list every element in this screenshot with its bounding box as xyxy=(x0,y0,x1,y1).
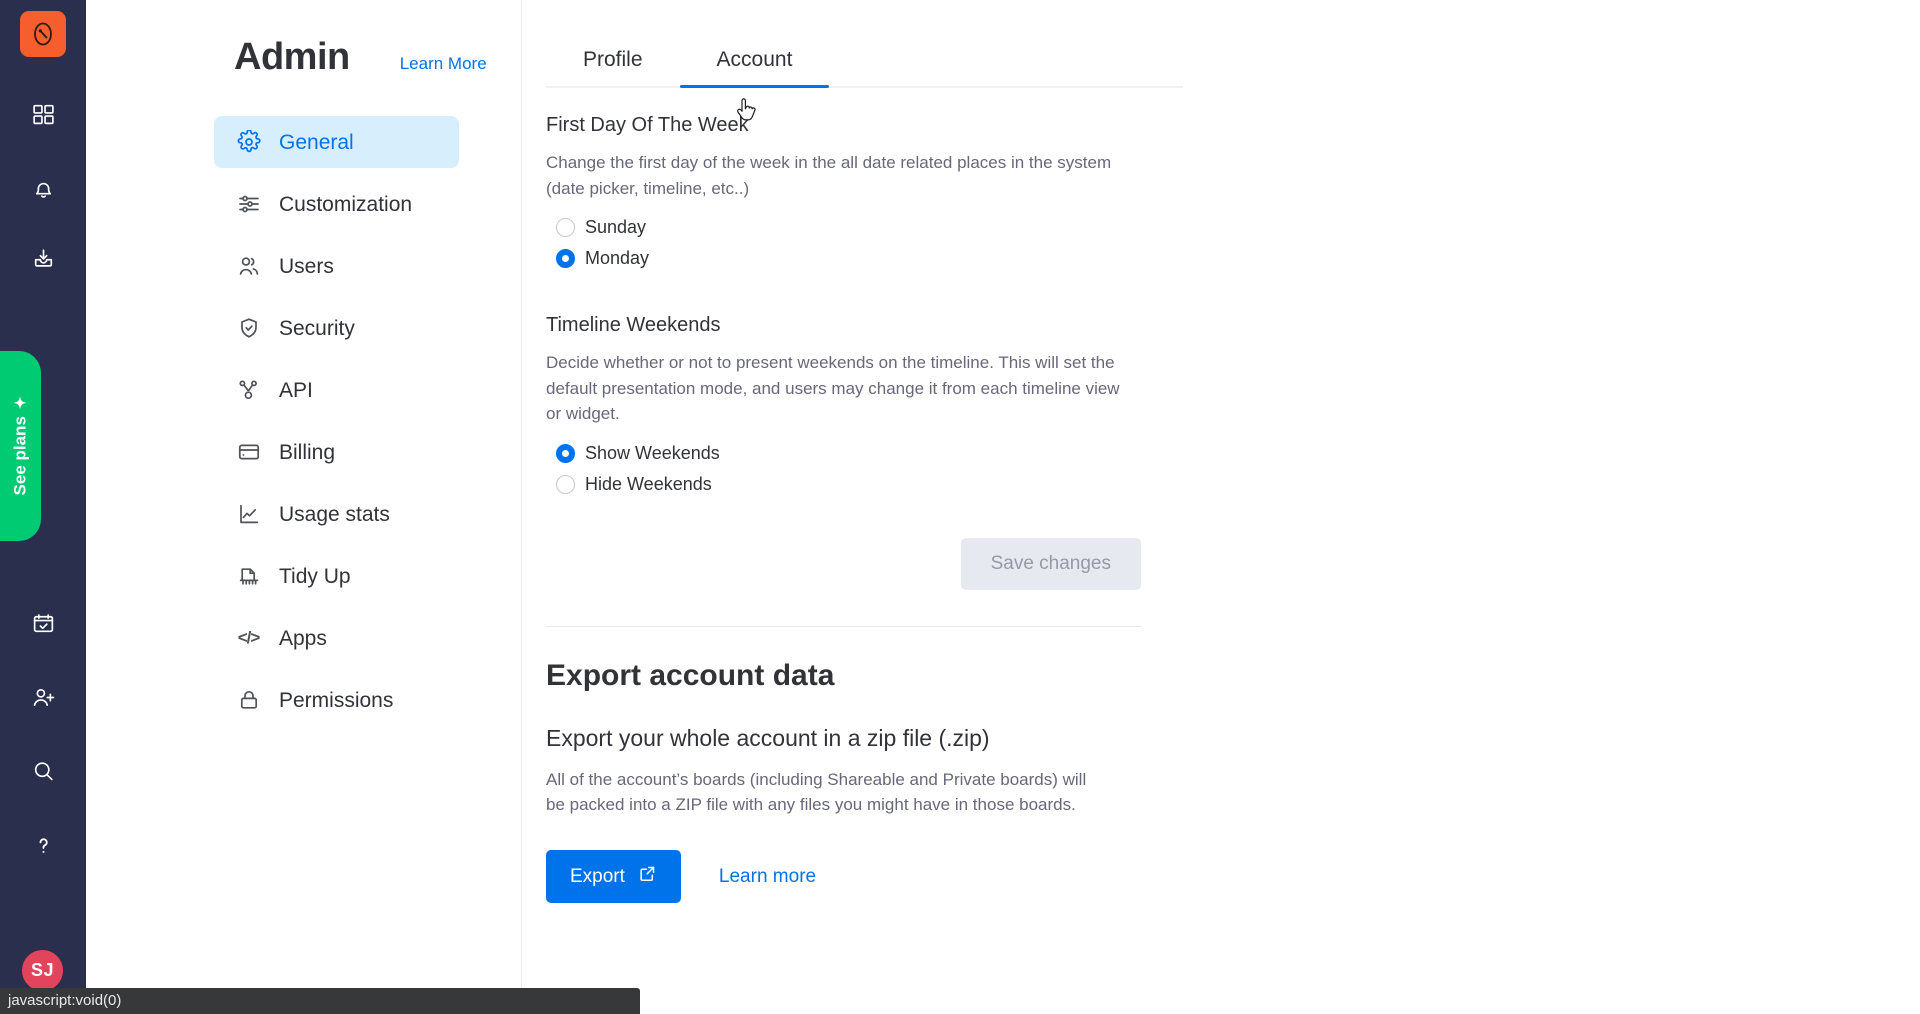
admin-learn-more-link[interactable]: Learn More xyxy=(400,54,487,74)
export-button[interactable]: Export xyxy=(546,850,681,904)
avatar-initials: SJ xyxy=(30,960,55,980)
first-day-of-week-section: First Day Of The Week Change the first d… xyxy=(546,114,1183,274)
lock-icon xyxy=(236,688,261,713)
users-icon xyxy=(236,254,261,279)
first-day-title: First Day Of The Week xyxy=(546,114,749,136)
sidebar-item-security[interactable]: Security xyxy=(214,302,459,354)
sidebar-item-label: Permissions xyxy=(279,688,394,712)
radio-sunday[interactable]: Sunday xyxy=(546,212,1183,243)
sidebar-item-label: Users xyxy=(279,254,334,278)
settings-tabs: Profile Account xyxy=(546,48,1183,121)
admin-sidebar: Admin Learn More General Customization U… xyxy=(86,0,522,1014)
main-content: Profile Account First Day Of The Week Ch… xyxy=(522,0,1920,1014)
radio-monday[interactable]: Monday xyxy=(546,243,1183,274)
external-link-icon xyxy=(638,864,657,889)
tab-profile[interactable]: Profile xyxy=(546,48,680,86)
radio-monday-label: Monday xyxy=(585,248,650,268)
sidebar-item-label: Security xyxy=(279,316,355,340)
bell-icon[interactable] xyxy=(20,165,66,211)
dashboard-icon[interactable] xyxy=(20,91,66,137)
status-bar-text: javascript:void(0) xyxy=(8,991,122,1009)
line-chart-icon xyxy=(236,502,261,527)
calendar-check-icon[interactable] xyxy=(20,600,66,646)
export-button-label: Export xyxy=(570,865,625,887)
radio-show-weekends-label: Show Weekends xyxy=(585,442,720,463)
radio-monday-indicator[interactable] xyxy=(556,249,575,268)
browser-status-bar: javascript:void(0) xyxy=(0,988,640,1014)
credit-card-icon xyxy=(236,440,261,465)
radio-sunday-label: Sunday xyxy=(585,217,647,237)
page-title: Admin xyxy=(234,36,350,78)
export-title: Export account data xyxy=(546,658,835,692)
avatar[interactable]: SJ xyxy=(20,948,65,993)
gear-icon xyxy=(236,130,261,155)
timeline-weekends-title: Timeline Weekends xyxy=(546,314,721,336)
sidebar-item-label: Apps xyxy=(279,626,327,650)
sparkle-icon: ✦ xyxy=(12,396,30,410)
radio-hide-weekends-indicator[interactable] xyxy=(556,474,575,494)
account-settings-content: First Day Of The Week Change the first d… xyxy=(546,88,1183,904)
save-button-row: Save changes xyxy=(546,537,1141,590)
export-account-data-section: Export account data Export your whole ac… xyxy=(546,659,1183,904)
sidebar-item-label: Customization xyxy=(279,192,413,216)
sidebar-item-label: Usage stats xyxy=(279,502,390,526)
sliders-icon xyxy=(236,192,261,217)
sidebar-item-billing[interactable]: Billing xyxy=(214,426,459,478)
sidebar-item-permissions[interactable]: Permissions xyxy=(214,674,459,726)
radio-show-weekends[interactable]: Show Weekends xyxy=(546,438,1183,469)
sidebar-item-usage-stats[interactable]: Usage stats xyxy=(214,488,459,540)
tidy-up-icon xyxy=(236,564,261,589)
sidebar-item-label: API xyxy=(279,378,313,402)
sidebar-item-apps[interactable]: </> Apps xyxy=(214,612,459,664)
left-rail: See plans ✦ SJ xyxy=(0,0,86,1014)
sidebar-item-users[interactable]: Users xyxy=(214,240,459,292)
first-day-description: Change the first day of the week in the … xyxy=(546,153,1112,198)
see-plans-label: See plans xyxy=(10,416,30,496)
export-description: All of the account’s boards (including S… xyxy=(546,769,1087,815)
tab-account[interactable]: Account xyxy=(679,48,830,88)
radio-hide-weekends-label: Hide Weekends xyxy=(585,473,712,494)
radio-show-weekends-indicator[interactable] xyxy=(556,443,575,463)
see-plans-button[interactable]: See plans ✦ xyxy=(0,351,41,541)
admin-nav: General Customization Users Security API… xyxy=(86,116,521,726)
sidebar-item-label: General xyxy=(279,130,354,154)
code-icon: </> xyxy=(237,628,261,647)
export-subtitle: Export your whole account in a zip file … xyxy=(546,724,990,751)
invite-user-icon[interactable] xyxy=(20,674,66,720)
help-icon[interactable] xyxy=(20,822,66,868)
timeline-weekends-description: Decide whether or not to present weekend… xyxy=(546,353,1120,423)
radio-hide-weekends[interactable]: Hide Weekends xyxy=(546,469,1183,500)
search-icon[interactable] xyxy=(20,748,66,794)
sidebar-item-label: Billing xyxy=(279,440,336,464)
radio-sunday-indicator[interactable] xyxy=(556,218,575,237)
timeline-weekends-section: Timeline Weekends Decide whether or not … xyxy=(546,314,1183,500)
save-changes-button[interactable]: Save changes xyxy=(960,537,1141,590)
section-divider xyxy=(546,625,1141,627)
export-learn-more-link[interactable]: Learn more xyxy=(719,866,816,888)
sidebar-item-api[interactable]: API xyxy=(214,364,459,416)
sidebar-item-general[interactable]: General xyxy=(214,116,459,168)
sidebar-item-label: Tidy Up xyxy=(279,564,351,588)
admin-sidebar-header: Admin Learn More xyxy=(86,36,521,79)
export-actions: Export Learn more xyxy=(546,850,1183,904)
sidebar-item-tidy-up[interactable]: Tidy Up xyxy=(214,550,459,602)
sidebar-item-customization[interactable]: Customization xyxy=(214,178,459,230)
shield-check-icon xyxy=(236,316,261,341)
inbox-icon[interactable] xyxy=(20,235,66,281)
monday-logo-icon[interactable] xyxy=(20,11,66,57)
app-root: See plans ✦ SJ Admin Learn More General … xyxy=(0,0,1920,1014)
api-nodes-icon xyxy=(236,378,261,403)
